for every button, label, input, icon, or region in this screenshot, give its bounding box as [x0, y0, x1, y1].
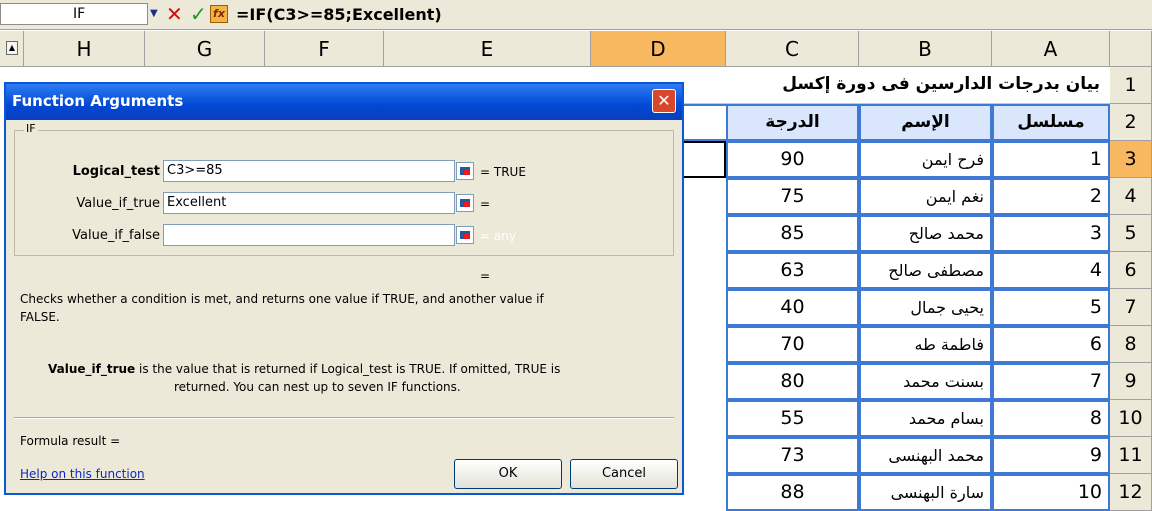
ok-button[interactable]: OK — [454, 459, 562, 489]
help-on-function-link[interactable]: Help on this function — [20, 467, 145, 481]
cell-name[interactable]: فاطمة طه — [859, 326, 992, 363]
row-header-6[interactable]: 6 — [1110, 252, 1152, 289]
logical-test-label: Logical_test — [72, 164, 160, 179]
row-header-corner — [1110, 31, 1152, 67]
cell-grade[interactable]: 70 — [726, 326, 859, 363]
cell-grade[interactable]: 85 — [726, 215, 859, 252]
column-header-e[interactable]: E — [384, 31, 591, 67]
cell-name[interactable]: مصطفى صالح — [859, 252, 992, 289]
function-description-line1: Checks whether a condition is met, and r… — [20, 292, 544, 306]
row-header-3[interactable]: 3 — [1110, 141, 1152, 178]
logical-test-result: = TRUE — [480, 165, 526, 179]
value-if-true-result: = — [480, 197, 491, 211]
row-header-10[interactable]: 10 — [1110, 400, 1152, 437]
cell-grade[interactable]: 63 — [726, 252, 859, 289]
value-if-false-label: Value_if_false — [72, 228, 160, 243]
header-grade[interactable]: الدرجة — [726, 104, 859, 141]
range-select-icon[interactable] — [456, 226, 474, 244]
cell-name[interactable]: محمد البهنسى — [859, 437, 992, 474]
column-header-f[interactable]: F — [265, 31, 384, 67]
enter-check-icon[interactable]: ✓ — [190, 2, 207, 26]
cell-serial[interactable]: 2 — [992, 178, 1110, 215]
dialog-title-bar[interactable]: Function Arguments ✕ — [6, 84, 682, 120]
row-header-8[interactable]: 8 — [1110, 326, 1152, 363]
cell-grade[interactable]: 88 — [726, 474, 859, 511]
name-box-dropdown-icon[interactable]: ▼ — [150, 8, 158, 19]
overall-result: = — [480, 269, 491, 283]
cell-serial[interactable]: 3 — [992, 215, 1110, 252]
dialog-title: Function Arguments — [12, 92, 184, 110]
cell-serial[interactable]: 8 — [992, 400, 1110, 437]
header-name[interactable]: الإسم — [859, 104, 992, 141]
row-header-1[interactable]: 1 — [1110, 67, 1152, 104]
cancel-icon[interactable]: ✕ — [166, 2, 183, 26]
cell-name[interactable]: سارة البهنسى — [859, 474, 992, 511]
cell-serial[interactable]: 10 — [992, 474, 1110, 511]
row-header-5[interactable]: 5 — [1110, 215, 1152, 252]
cell-serial[interactable]: 7 — [992, 363, 1110, 400]
formula-result: Formula result = — [20, 434, 121, 448]
formula-input[interactable]: =IF(C3>=85;Excellent) — [236, 3, 442, 27]
row-header-7[interactable]: 7 — [1110, 289, 1152, 326]
logical-test-input[interactable]: C3>=85 — [163, 160, 455, 182]
function-name-label: IF — [24, 122, 38, 135]
row-header-2[interactable]: 2 — [1110, 104, 1152, 141]
cell-serial[interactable]: 4 — [992, 252, 1110, 289]
cell-serial[interactable]: 9 — [992, 437, 1110, 474]
row-header-11[interactable]: 11 — [1110, 437, 1152, 474]
row-header-9[interactable]: 9 — [1110, 363, 1152, 400]
scroll-up-icon[interactable]: ▲ — [6, 41, 18, 55]
cancel-button[interactable]: Cancel — [570, 459, 678, 489]
insert-function-icon[interactable]: fx — [210, 5, 228, 23]
cell-name[interactable]: بسام محمد — [859, 400, 992, 437]
function-description-line2: FALSE. — [20, 310, 60, 324]
column-header-a[interactable]: A — [992, 31, 1110, 67]
cell-name[interactable]: محمد صالح — [859, 215, 992, 252]
cell-grade[interactable]: 73 — [726, 437, 859, 474]
value-if-false-input[interactable] — [163, 224, 455, 246]
cell-grade[interactable]: 80 — [726, 363, 859, 400]
cell-serial[interactable]: 1 — [992, 141, 1110, 178]
column-header-g[interactable]: G — [145, 31, 265, 67]
column-header-c[interactable]: C — [726, 31, 859, 67]
cell-grade[interactable]: 75 — [726, 178, 859, 215]
header-serial[interactable]: مسلسل — [992, 104, 1110, 141]
row-header-4[interactable]: 4 — [1110, 178, 1152, 215]
sheet-title: بيان بدرجات الدارسين فى دورة إكسل — [782, 74, 1100, 94]
cell-serial[interactable]: 5 — [992, 289, 1110, 326]
name-box[interactable]: IF — [0, 3, 148, 25]
argument-help-line2: returned. You can nest up to seven IF fu… — [174, 380, 461, 394]
column-header-b[interactable]: B — [859, 31, 992, 67]
argument-help-line1: Value_if_true is the value that is retur… — [48, 362, 560, 376]
range-select-icon[interactable] — [456, 162, 474, 180]
row-header-12[interactable]: 12 — [1110, 474, 1152, 511]
cell-grade[interactable]: 55 — [726, 400, 859, 437]
close-icon[interactable]: ✕ — [652, 89, 676, 113]
column-header-h[interactable]: H — [24, 31, 145, 67]
cell-serial[interactable]: 6 — [992, 326, 1110, 363]
cell-grade[interactable]: 40 — [726, 289, 859, 326]
value-if-false-result: = any — [480, 229, 516, 243]
value-if-true-label: Value_if_true — [76, 196, 160, 211]
dialog-separator — [14, 417, 674, 419]
cell-name[interactable]: بسنت محمد — [859, 363, 992, 400]
range-select-icon[interactable] — [456, 194, 474, 212]
cell-name[interactable]: فرح ايمن — [859, 141, 992, 178]
argument-help-text: is the value that is returned if Logical… — [135, 362, 561, 376]
value-if-true-input[interactable]: Excellent — [163, 192, 455, 214]
function-arguments-dialog[interactable]: Function Arguments ✕ IF Logical_test C3>… — [4, 82, 684, 495]
cell-name[interactable]: يحيى جمال — [859, 289, 992, 326]
argument-help-name: Value_if_true — [48, 362, 136, 376]
cell-grade[interactable]: 90 — [726, 141, 859, 178]
column-header-d[interactable]: D — [591, 31, 726, 67]
cell-name[interactable]: نغم ايمن — [859, 178, 992, 215]
